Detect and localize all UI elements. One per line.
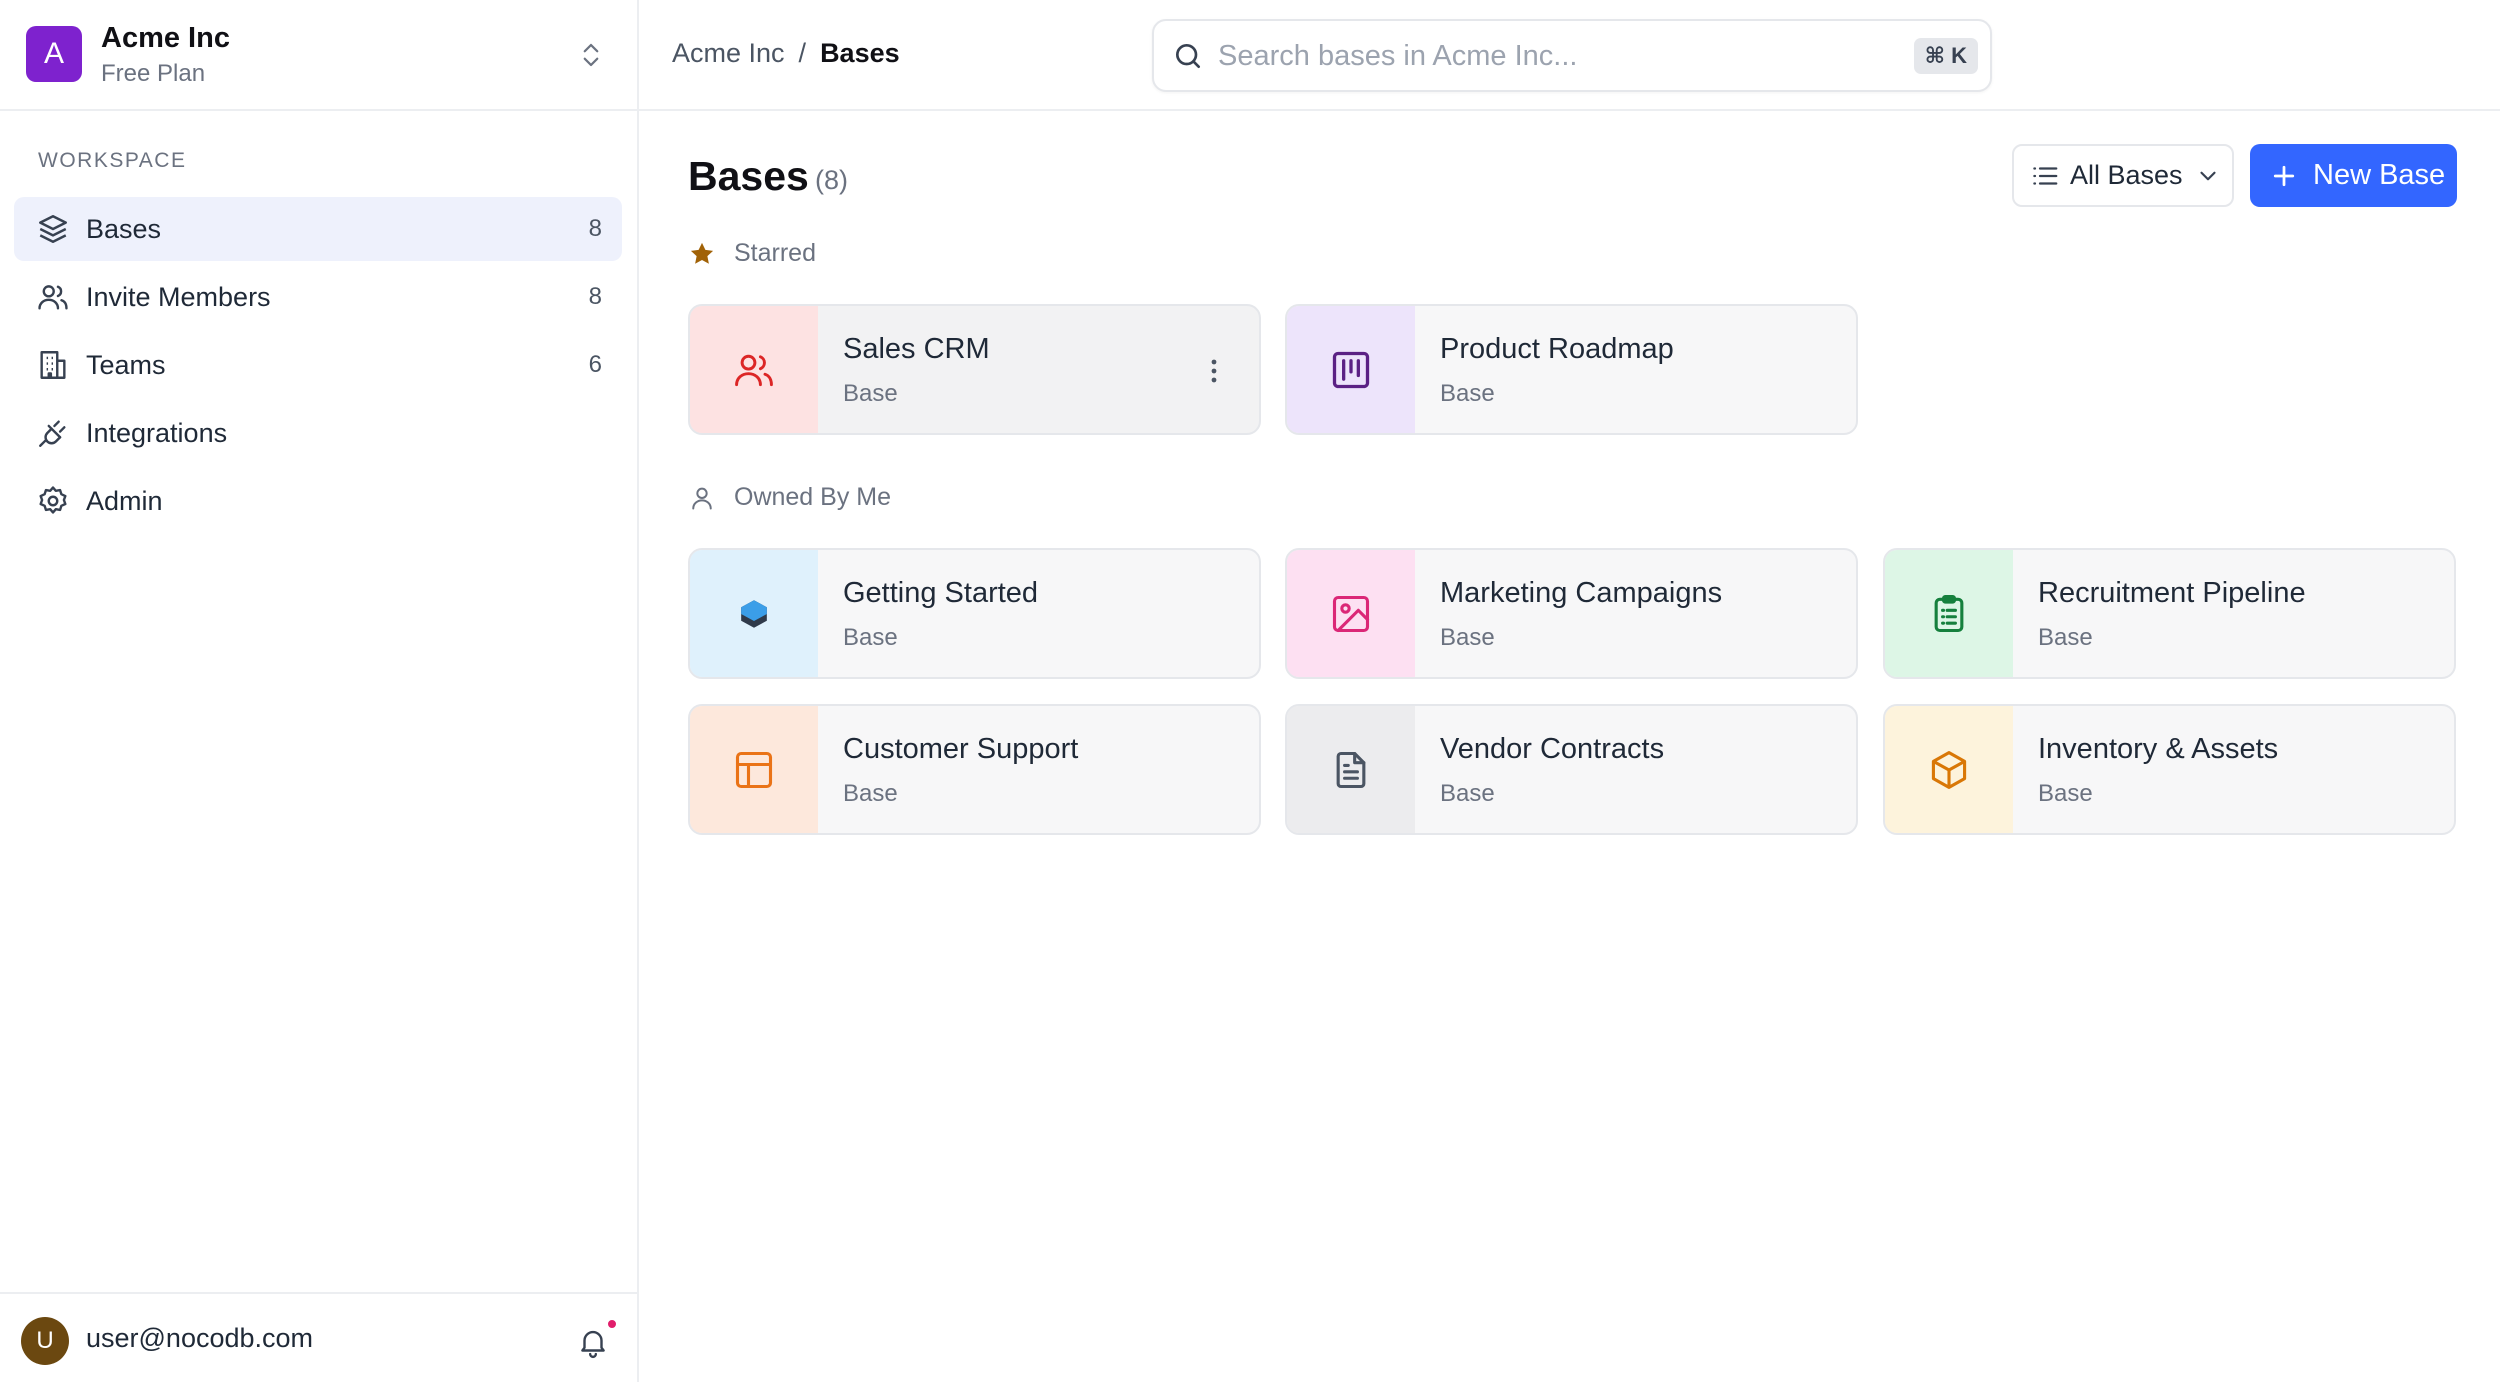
breadcrumb-current: Bases bbox=[820, 38, 900, 68]
layers-icon bbox=[36, 212, 70, 246]
base-card-customer-support[interactable]: Customer Support Base bbox=[688, 704, 1261, 835]
workspace-name: Acme Inc bbox=[101, 22, 230, 54]
base-card-inventory-assets[interactable]: Inventory & Assets Base bbox=[1883, 704, 2456, 835]
avatar: U bbox=[21, 1317, 69, 1365]
base-tile bbox=[1287, 550, 1415, 677]
breadcrumb-separator: / bbox=[798, 38, 807, 68]
box-icon bbox=[1927, 748, 1971, 792]
base-name: Customer Support bbox=[843, 733, 1079, 765]
bell-icon[interactable] bbox=[576, 1325, 610, 1359]
base-type: Base bbox=[2038, 624, 2093, 651]
group-label-text: Owned By Me bbox=[734, 483, 892, 511]
base-tile bbox=[1885, 706, 2013, 833]
top-bar: Acme Inc / Bases ⌘ K bbox=[639, 0, 2500, 111]
list-icon bbox=[2030, 161, 2060, 191]
base-tile bbox=[690, 550, 818, 677]
user-email: user@nocodb.com bbox=[86, 1323, 314, 1353]
star-icon bbox=[688, 240, 716, 268]
layout-icon bbox=[732, 748, 776, 792]
base-type: Base bbox=[843, 624, 898, 651]
sidebar: A Acme Inc Free Plan WORKSPACE Bases 8 I… bbox=[0, 0, 639, 1382]
sidebar-item-teams[interactable]: Teams 6 bbox=[14, 333, 622, 397]
base-tile bbox=[690, 706, 818, 833]
base-card-marketing-campaigns[interactable]: Marketing Campaigns Base bbox=[1285, 548, 1858, 679]
user-icon bbox=[688, 484, 716, 512]
file-text-icon bbox=[1329, 748, 1373, 792]
breadcrumb-root[interactable]: Acme Inc bbox=[672, 38, 785, 69]
plus-icon bbox=[2269, 161, 2299, 191]
new-base-button[interactable]: New Base bbox=[2250, 144, 2457, 207]
base-name: Marketing Campaigns bbox=[1440, 577, 1723, 609]
base-name: Inventory & Assets bbox=[2038, 733, 2279, 765]
base-card-sales-crm[interactable]: Sales CRM Base bbox=[688, 304, 1261, 435]
sidebar-item-count: 6 bbox=[588, 351, 602, 378]
workspace-switcher[interactable]: A Acme Inc Free Plan bbox=[0, 0, 637, 111]
sidebar-item-label: Invite Members bbox=[86, 281, 271, 312]
base-tile bbox=[1287, 706, 1415, 833]
group-label-text: Starred bbox=[734, 239, 816, 267]
gear-icon bbox=[36, 484, 70, 518]
owned-group-label: Owned By Me bbox=[688, 483, 891, 512]
sidebar-item-invite-members[interactable]: Invite Members 8 bbox=[14, 265, 622, 329]
starred-group-label: Starred bbox=[688, 239, 816, 268]
sidebar-item-count: 8 bbox=[588, 283, 602, 310]
plug-icon bbox=[36, 416, 70, 450]
search-input[interactable] bbox=[1218, 33, 1858, 79]
base-tile bbox=[1885, 550, 2013, 677]
base-type: Base bbox=[1440, 780, 1495, 807]
sidebar-item-bases[interactable]: Bases 8 bbox=[14, 197, 622, 261]
sidebar-item-count: 8 bbox=[588, 215, 602, 242]
page-count: (8) bbox=[815, 165, 848, 195]
base-card-getting-started[interactable]: Getting Started Base bbox=[688, 548, 1261, 679]
page-title: Bases bbox=[688, 153, 809, 199]
sidebar-item-label: Bases bbox=[86, 213, 162, 244]
users-icon bbox=[36, 280, 70, 314]
workspace-section-label: WORKSPACE bbox=[38, 149, 187, 172]
base-tile bbox=[1287, 306, 1415, 433]
base-card-recruitment-pipeline[interactable]: Recruitment Pipeline Base bbox=[1883, 548, 2456, 679]
breadcrumb: Acme Inc / Bases bbox=[672, 38, 900, 69]
chevron-up-down-icon[interactable] bbox=[576, 40, 606, 70]
image-icon bbox=[1329, 592, 1373, 636]
building-icon bbox=[36, 348, 70, 382]
sidebar-item-label: Teams bbox=[86, 349, 166, 380]
workspace-plan: Free Plan bbox=[101, 60, 206, 87]
clipboard-list-icon bbox=[1927, 592, 1971, 636]
workspace-avatar: A bbox=[26, 26, 82, 82]
hexagon-icon bbox=[732, 592, 776, 636]
base-name: Sales CRM bbox=[843, 333, 990, 365]
sidebar-item-label: Integrations bbox=[86, 417, 228, 448]
new-base-label: New Base bbox=[2313, 159, 2446, 191]
notification-dot bbox=[606, 1318, 618, 1330]
base-name: Product Roadmap bbox=[1440, 333, 1674, 365]
sidebar-item-admin[interactable]: Admin bbox=[14, 469, 622, 533]
base-type: Base bbox=[1440, 380, 1495, 407]
base-name: Vendor Contracts bbox=[1440, 733, 1665, 765]
sidebar-nav: Bases 8 Invite Members 8 Teams 6 Integra… bbox=[14, 197, 622, 537]
main-content: Bases (8) All Bases New Base Starred Sal… bbox=[639, 111, 2500, 1382]
base-type: Base bbox=[1440, 624, 1495, 651]
base-name: Recruitment Pipeline bbox=[2038, 577, 2306, 609]
users-icon bbox=[732, 348, 776, 392]
filter-dropdown[interactable]: All Bases bbox=[2012, 144, 2234, 207]
search-box[interactable]: ⌘ K bbox=[1152, 19, 1992, 92]
search-shortcut: ⌘ K bbox=[1913, 38, 1978, 74]
sidebar-item-label: Admin bbox=[86, 485, 163, 516]
base-type: Base bbox=[843, 780, 898, 807]
more-vertical-icon[interactable] bbox=[1209, 356, 1219, 386]
filter-label: All Bases bbox=[2070, 160, 2183, 190]
user-menu[interactable]: U user@nocodb.com bbox=[0, 1292, 637, 1382]
search-icon bbox=[1172, 40, 1204, 72]
base-type: Base bbox=[843, 380, 898, 407]
kanban-icon bbox=[1329, 348, 1373, 392]
chevron-down-icon bbox=[2195, 163, 2221, 189]
base-type: Base bbox=[2038, 780, 2093, 807]
base-tile bbox=[690, 306, 818, 433]
base-name: Getting Started bbox=[843, 577, 1039, 609]
base-card-vendor-contracts[interactable]: Vendor Contracts Base bbox=[1285, 704, 1858, 835]
sidebar-item-integrations[interactable]: Integrations bbox=[14, 401, 622, 465]
base-card-product-roadmap[interactable]: Product Roadmap Base bbox=[1285, 304, 1858, 435]
